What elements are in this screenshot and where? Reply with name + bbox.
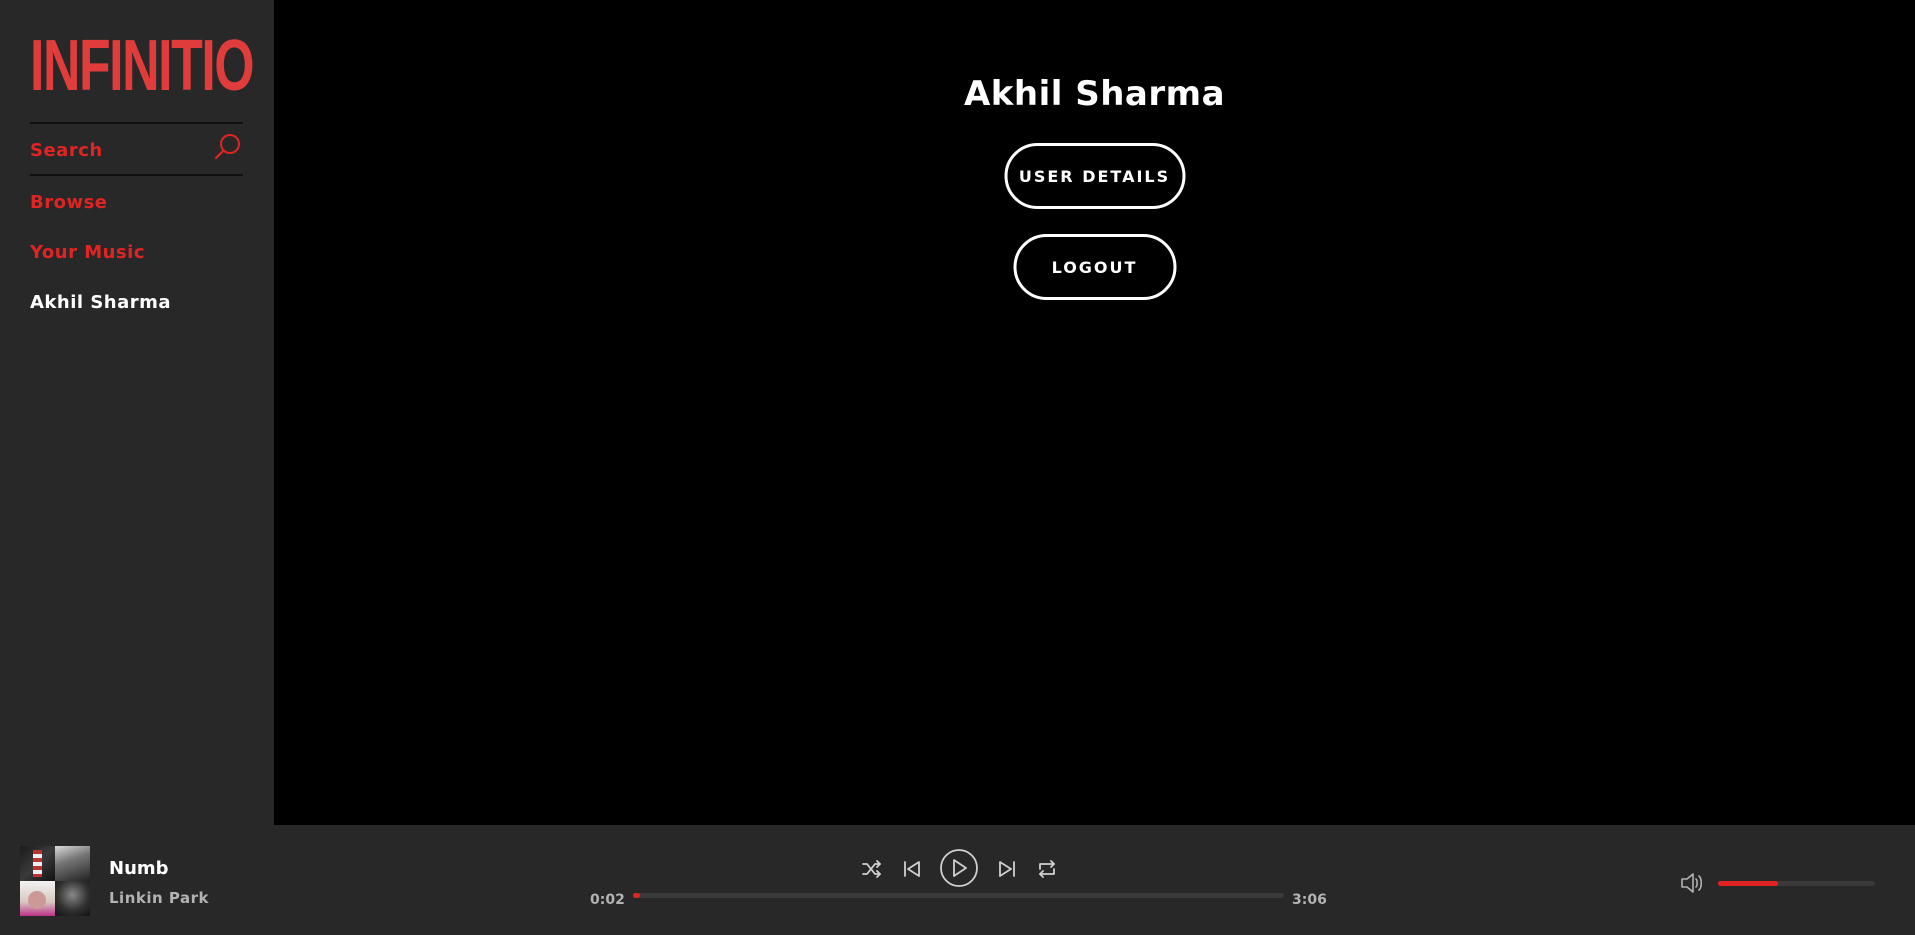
shuffle-button[interactable] [858,855,886,883]
album-art-collage[interactable] [20,846,90,916]
sidebar-item-browse[interactable]: Browse [30,192,108,213]
play-button[interactable] [938,847,980,889]
total-time: 3:06 [1292,892,1327,908]
previous-button[interactable] [898,855,926,883]
player-bar: Numb Linkin Park 0:02 3:06 [0,825,1915,935]
album-art-1 [20,846,55,881]
album-art-4 [55,881,90,916]
volume-icon [1681,873,1703,893]
repeat-button[interactable] [1033,855,1061,883]
search-label[interactable]: Search [30,140,103,161]
album-art-2 [55,846,90,881]
current-time: 0:02 [590,892,625,908]
main-content: Akhil Sharma USER DETAILS LOGOUT [274,0,1915,825]
sidebar-item-user[interactable]: Akhil Sharma [30,292,171,313]
volume-slider[interactable] [1718,881,1875,886]
app-logo[interactable]: INFINITIO [30,30,255,102]
track-artist[interactable]: Linkin Park [109,889,209,907]
volume-button[interactable] [1679,870,1705,896]
page-title: Akhil Sharma [963,74,1226,114]
next-button[interactable] [993,855,1021,883]
play-icon [940,849,978,887]
track-title[interactable]: Numb [109,858,169,879]
sidebar-item-your-music[interactable]: Your Music [30,242,145,263]
search-row[interactable]: Search [30,122,243,176]
skip-previous-icon [904,861,920,877]
logout-button[interactable]: LOGOUT [1013,234,1176,300]
volume-fill [1718,881,1778,886]
shuffle-icon [862,860,881,878]
repeat-icon [1039,860,1055,878]
progress-bar[interactable] [633,893,1284,898]
skip-next-icon [999,861,1015,877]
sidebar: INFINITIO Search Browse Your Music Akhil… [0,0,274,825]
progress-fill [633,893,641,898]
search-icon[interactable] [213,132,243,162]
user-details-button[interactable]: USER DETAILS [1004,143,1185,209]
album-art-3 [20,881,55,916]
